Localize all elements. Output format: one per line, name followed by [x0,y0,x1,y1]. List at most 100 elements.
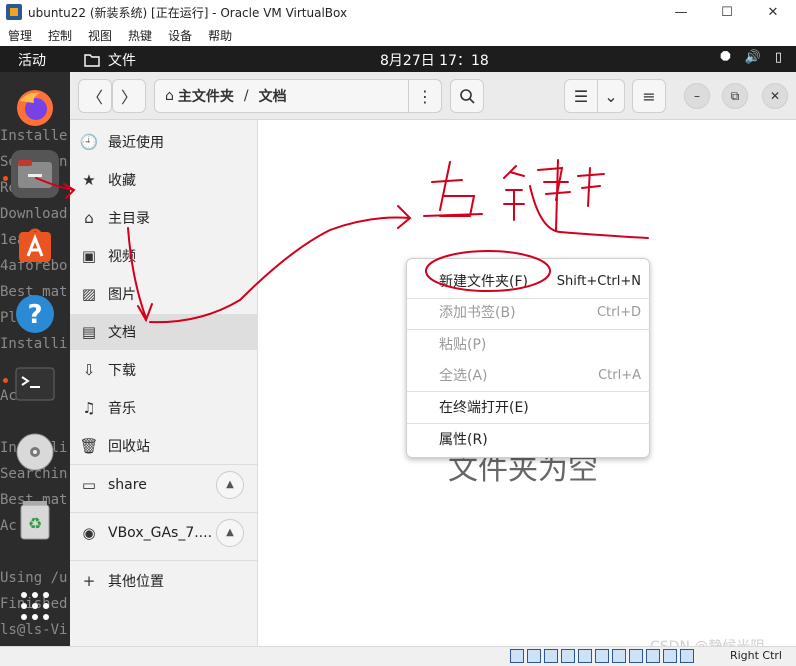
sidebar-item-label: VBox_GAs_7.... [108,524,213,541]
app-center-icon [19,228,51,262]
dock-help[interactable]: ? [11,290,59,338]
clock[interactable]: 8月27日 17：18 [380,50,489,70]
svg-text:?: ? [27,300,42,330]
sidebar-item-recent[interactable]: 🕘 最近使用 [70,124,258,160]
menu-item-new-folder[interactable]: 新建文件夹(F) Shift+Ctrl+N [407,266,651,296]
close-button[interactable]: ✕ [750,0,796,24]
sidebar-item-videos[interactable]: ▣ 视频 [70,238,258,274]
video-icon: ▣ [81,247,97,265]
app-name: 文件 [108,53,136,69]
menu-item-accel: Ctrl+A [598,367,641,383]
host-menu-bar: 管理 控制 视图 热键 设备 帮助 [0,24,796,46]
menu-help[interactable]: 帮助 [200,27,240,44]
audio-icon[interactable] [544,649,558,663]
shared-folder-icon[interactable] [595,649,609,663]
usb-icon[interactable] [578,649,592,663]
header-bar: 〈 〉 ⌂ 主文件夹 / 文档 ⋮ ☰ ⌄ ≡ – ⧉ ✕ [70,72,796,120]
host-title-bar: ubuntu22 (新装系统) [正在运行] - Oracle VM Virtu… [0,0,796,24]
path-menu-button[interactable]: ⋮ [408,79,442,113]
battery-icon: ▯ [774,50,782,65]
optical-drive-icon[interactable] [527,649,541,663]
minimize-button[interactable]: — [658,0,704,24]
dock: Installe Searchin Read Download 1ea 4afo… [0,72,70,646]
menu-item-properties[interactable]: 属性(R) [407,424,651,454]
menu-devices[interactable]: 设备 [160,27,200,44]
sidebar-item-vbox-gas[interactable]: ◉ VBox_GAs_7.... ▲ [70,512,258,552]
host-status-bar: Right Ctrl [0,646,796,666]
hard-disk-icon[interactable] [510,649,524,663]
cpu-icon[interactable] [646,649,660,663]
menu-control[interactable]: 控制 [40,27,80,44]
ubuntu-top-bar: 活动 文件 8月27日 17：18 ⯃ 🔊 ▯ [0,46,796,72]
dock-files[interactable] [11,150,59,198]
sidebar-item-label: 其他位置 [108,573,164,590]
path-bar[interactable]: ⌂ 主文件夹 / 文档 [154,79,442,113]
system-tray[interactable]: ⯃ 🔊 ▯ [720,50,782,65]
eject-icon[interactable]: ▲ [216,518,244,547]
download-icon: ⇩ [82,361,96,379]
window-restore-button[interactable]: ⧉ [722,83,748,109]
menu-item-paste[interactable]: 粘贴(P) [407,329,651,359]
window-close-button[interactable]: ✕ [762,83,788,109]
menu-manage[interactable]: 管理 [0,27,40,44]
sidebar-item-pictures[interactable]: ▨ 图片 [70,276,258,312]
clock-icon: 🕘 [79,133,99,151]
app-menu[interactable]: 文件 [84,50,136,70]
forward-button[interactable]: 〉 [112,79,146,113]
sidebar-item-label: 视频 [108,249,136,265]
recording-icon[interactable] [629,649,643,663]
sidebar-item-music[interactable]: ♫ 音乐 [70,390,258,426]
menu-item-open-terminal[interactable]: 在终端打开(E) [407,392,651,422]
dock-disc[interactable] [11,428,59,476]
mouse-integration-icon[interactable] [663,649,677,663]
menu-item-add-bookmark[interactable]: 添加书签(B) Ctrl+D [407,297,651,327]
dock-terminal[interactable] [11,360,59,408]
eject-icon[interactable]: ▲ [216,470,244,499]
dock-trash[interactable]: ♻ [11,496,59,544]
disc-icon [16,433,54,471]
back-button[interactable]: 〈 [78,79,112,113]
list-view-button[interactable]: ☰ [564,79,598,113]
sidebar-item-label: 最近使用 [108,135,164,151]
sidebar-item-trash[interactable]: 🗑 回收站 [70,428,258,464]
show-apps-button[interactable] [11,582,59,630]
trash-icon: 🗑 [79,437,99,455]
path-home[interactable]: 主文件夹 [178,86,234,106]
menu-view[interactable]: 视图 [80,27,120,44]
search-button[interactable] [450,79,484,113]
sidebar-item-home[interactable]: ⌂ 主目录 [70,200,258,236]
sidebar-item-label: 音乐 [108,401,136,417]
menu-item-label: 粘贴(P) [439,337,487,353]
sidebar-item-label: 文档 [108,325,136,341]
menu-item-accel: Ctrl+D [596,304,641,320]
display-icon[interactable] [612,649,626,663]
menu-item-select-all[interactable]: 全选(A) Ctrl+A [407,360,651,390]
keyboard-icon[interactable] [680,649,694,663]
path-current[interactable]: 文档 [259,86,287,106]
document-icon: ▤ [81,323,97,341]
maximize-button[interactable]: ☐ [704,0,750,24]
sidebar-item-share[interactable]: ▭ share ▲ [70,464,258,504]
dock-app-center[interactable] [11,220,59,268]
sidebar-item-starred[interactable]: ★ 收藏 [70,162,258,198]
star-icon: ★ [82,171,96,189]
sidebar-item-documents[interactable]: ▤ 文档 [70,314,258,350]
activities-button[interactable]: 活动 [18,50,46,70]
network-icon: ⯃ [720,50,731,65]
search-icon [460,89,475,104]
path-separator: / [243,88,249,104]
window-minimize-button[interactable]: – [684,83,710,109]
firefox-icon [17,90,53,126]
menu-hotkeys[interactable]: 热键 [120,27,160,44]
view-options-button[interactable]: ⌄ [597,79,625,113]
sidebar-item-downloads[interactable]: ⇩ 下载 [70,352,258,388]
main-menu-button[interactable]: ≡ [632,79,666,113]
context-menu: 新建文件夹(F) Shift+Ctrl+N 添加书签(B) Ctrl+D 粘贴(P)… [406,258,651,458]
trash-icon: ♻ [20,501,50,540]
home-icon: ⌂ [84,209,94,227]
sidebar-item-label: 图片 [108,287,136,303]
dock-firefox[interactable] [11,84,59,132]
sidebar-item-other-locations[interactable]: + 其他位置 [70,560,258,600]
menu-item-label: 添加书签(B) [439,305,516,321]
network-icon[interactable] [561,649,575,663]
